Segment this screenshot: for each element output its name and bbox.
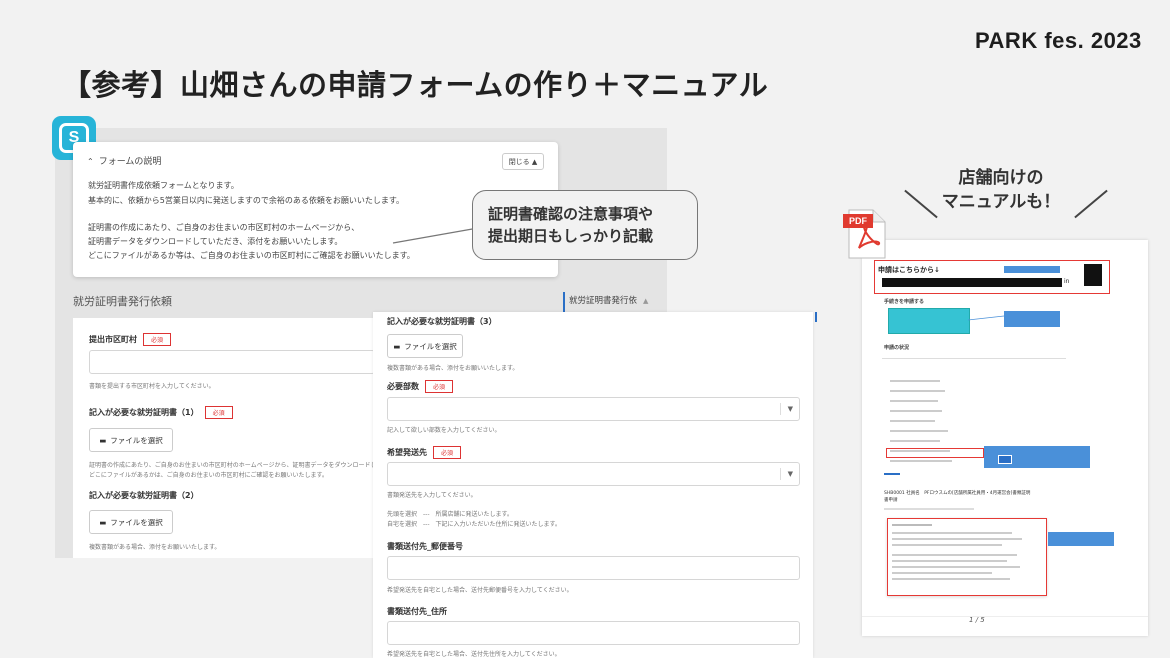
description-line: どこにファイルがあるか等は、ご自身のお住まいの市区町村にご確認をお願いいたします…: [88, 251, 415, 260]
preview-line: [892, 560, 1007, 562]
chevron-up-icon: ▲: [643, 297, 649, 305]
cert1-file-button[interactable]: ▬ ファイルを選択: [89, 428, 173, 452]
annotation-box: [1004, 311, 1060, 327]
destination-option-1: 先頭を選択 --- 所属店舗に発送いたします。: [387, 511, 513, 518]
preview-line: [892, 554, 1017, 556]
annotation-box: [1048, 532, 1114, 546]
callout-pointer: [392, 227, 479, 244]
required-badge: 必須: [433, 446, 462, 459]
cert1-label: 記入が必要な就労証明書（1） 必須: [89, 406, 233, 419]
copies-hint: 記入して欲しい部数を入力してください。: [387, 427, 501, 434]
chevron-down-icon: ▼: [787, 405, 793, 413]
postal-input[interactable]: [387, 556, 800, 580]
manual-in-text: in: [1064, 278, 1070, 285]
address-label: 書類送付先_住所: [387, 607, 447, 616]
preview-line: [892, 544, 1002, 546]
divider: [882, 358, 1066, 359]
manual-section-2: 申請の状況: [884, 345, 910, 351]
left-form-panel: 提出市区町村 必須 書類を提出する市区町村を入力してください。 記入が必要な就労証…: [73, 318, 377, 558]
cert3-file-button[interactable]: ▬ ファイルを選択: [387, 334, 463, 358]
required-badge: 必須: [143, 333, 172, 346]
description-line: 証明書データをダウンロードしていただき、添付をお願いいたします。: [88, 237, 343, 246]
folder-icon: ▬: [99, 517, 107, 527]
list-line: [884, 508, 974, 510]
redacted-bar: [882, 278, 1062, 287]
list-line: [890, 380, 940, 382]
destination-select[interactable]: ▼: [387, 462, 800, 486]
municipality-input[interactable]: [89, 350, 375, 374]
manual-page: 申請はこちらから↓ in 手続きを申請する 申請の状況 SHB0001 社員名 …: [862, 240, 1148, 636]
municipality-label: 提出市区町村 必須: [89, 333, 172, 346]
brand-logo: PARK fes. 2023: [975, 28, 1142, 53]
description-heading: ⌃ フォームの説明: [87, 157, 162, 167]
annotation-box: [1004, 266, 1060, 273]
manual-section-1: 手続きを申請する: [884, 299, 925, 305]
cert1-hint-2: どこにファイルがあるかは、ご自身のお住まいの市区町村にご確認をお願いいたします。: [89, 472, 328, 479]
description-line: 証明書の作成にあたり、ご自身のお住まいの市区町村のホームページから、: [88, 223, 360, 232]
link-line: [884, 473, 900, 475]
postal-hint: 希望発送先を自宅とした場合、送付先郵便番号を入力してください。: [387, 587, 573, 594]
required-badge: 必須: [425, 380, 454, 393]
cert2-label: 記入が必要な就労証明書（2）: [89, 491, 199, 500]
list-line: [890, 440, 940, 442]
municipality-hint: 書類を提出する市区町村を入力してください。: [89, 383, 215, 390]
copies-label: 必要部数 必須: [387, 380, 454, 393]
list-line: [890, 390, 945, 392]
form-title: 就労証明書発行依頼: [73, 295, 172, 308]
page-number: 1 / 5: [969, 616, 985, 624]
manual-teal-button: [888, 308, 970, 334]
manual-doc-title: SHB0001 社員名 PFロウスムの[店舗所属社員用・4月運営会]書類証明書申…: [884, 491, 1031, 503]
folder-icon: ▬: [393, 341, 401, 351]
chevron-down-icon: ▼: [787, 470, 793, 478]
page-footer-line: [862, 616, 1148, 617]
preview-line: [892, 578, 1010, 580]
list-line: [890, 410, 942, 412]
list-line: [890, 460, 952, 462]
preview-line: [892, 532, 1012, 534]
description-line: 基本的に、依頼から5営業日以内に発送しますので余裕のある依頼をお願いいたします。: [88, 196, 405, 205]
close-description-button[interactable]: 閉じる ▲: [502, 153, 544, 170]
redacted-block: [1084, 264, 1102, 286]
required-badge: 必須: [204, 406, 233, 419]
callout-bubble: 証明書確認の注意事項や 提出期日もしっかり記載: [472, 190, 698, 260]
postal-label: 書類送付先_郵便番号: [387, 542, 463, 551]
address-input[interactable]: [387, 621, 800, 645]
list-line: [890, 420, 935, 422]
manual-header-text: 申請はこちらから↓: [878, 266, 940, 274]
preview-line: [892, 572, 992, 574]
annotation-connector: [968, 315, 1005, 321]
list-line: [890, 430, 948, 432]
destination-label: 希望発送先 必須: [387, 446, 462, 459]
preview-line: [892, 538, 1022, 540]
side-nav-item[interactable]: 就労証明書発行依 ▲: [569, 294, 648, 306]
list-line: [890, 400, 938, 402]
folder-icon: ▬: [99, 435, 107, 445]
highlight-box: [886, 448, 984, 458]
destination-hint: 書類発送先を入力してください。: [387, 492, 477, 499]
manual-description-preview: [887, 518, 1047, 596]
cert3-label: 記入が必要な就労証明書（3）: [387, 317, 497, 326]
cert2-hint: 複数書類がある場合、添付をお願いいたします。: [89, 544, 221, 551]
pdf-badge: PDF: [843, 214, 873, 228]
cert1-hint: 証明書の作成にあたり、ご自身のお住まいの市区町村のホームページから、証明書データ…: [89, 462, 377, 469]
callout-line-2: 提出期日もしっかり記載: [488, 227, 654, 245]
copies-select[interactable]: ▼: [387, 397, 800, 421]
scroll-indicator: [815, 312, 817, 322]
chevron-up-icon: ⌃: [87, 157, 94, 166]
address-hint: 希望発送先を自宅とした場合、送付先住所を入力してください。: [387, 651, 561, 658]
cert3-hint: 複数書類がある場合、添付をお願いいたします。: [387, 365, 519, 372]
pdf-file-icon: PDF: [843, 208, 886, 260]
description-line: 就労証明書作成依頼フォームとなります。: [88, 181, 239, 190]
preview-line: [892, 566, 1020, 568]
destination-option-2: 自宅を選択 --- 下記に入力いただいた住所に発送いたします。: [387, 521, 561, 528]
middle-form-panel: 記入が必要な就労証明書（3） ▬ ファイルを選択 複数書類がある場合、添付をお願い…: [373, 312, 813, 658]
callout-line-1: 証明書確認の注意事項や: [488, 205, 654, 223]
annotation-button: [998, 455, 1012, 464]
preview-line: [892, 524, 932, 526]
cert2-file-button[interactable]: ▬ ファイルを選択: [89, 510, 173, 534]
slide-title: 【参考】山畑さんの申請フォームの作り＋マニュアル: [62, 68, 769, 102]
manual-title: 店舗向けの マニュアルも！: [941, 168, 1061, 212]
